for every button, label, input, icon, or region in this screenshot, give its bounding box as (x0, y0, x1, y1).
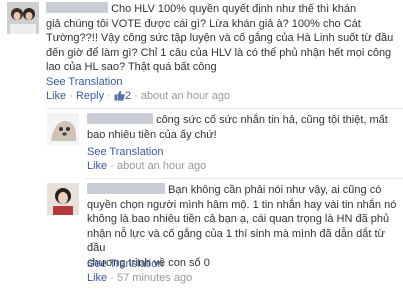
avatar[interactable] (47, 183, 79, 215)
comment-line: đến giờ để làm gì? Chỉ 1 câu của HLV là … (46, 46, 392, 59)
comment-line: Bạn không cần phải nói như vậy, ai cũng … (168, 184, 382, 196)
reply-link[interactable]: Reply (76, 90, 104, 102)
separator: · (134, 90, 138, 102)
like-link[interactable]: Like (87, 160, 107, 172)
comment-actions: See Translation Like · Reply · 2 · about… (46, 75, 230, 103)
comment-line: bao nhiêu tiền của ấy chứ! (87, 128, 217, 141)
commenter-name[interactable] (87, 113, 153, 124)
commenter-name[interactable] (46, 2, 108, 13)
avatar[interactable] (47, 113, 79, 145)
comment-actions: See Translation Like · about an hour ago (87, 145, 206, 173)
separator: · (107, 90, 111, 102)
see-translation-link[interactable]: See Translation (87, 258, 163, 270)
separator: · (110, 272, 114, 284)
comment-timestamp[interactable]: about an hour ago (141, 90, 230, 102)
comment-line: giả chúng tôi VOTE được cái gì? Lừa khán… (46, 17, 361, 30)
like-link[interactable]: Like (87, 272, 107, 284)
see-translation-link[interactable]: See Translation (87, 146, 163, 158)
thumbs-up-icon (114, 90, 125, 101)
comment-actions: See Translation Like · 57 minutes ago (87, 257, 192, 285)
separator: · (110, 160, 114, 172)
comment-line: công sức cố sức nhắn tin hả, cũng tội th… (156, 114, 388, 126)
avatar[interactable] (7, 2, 39, 34)
comment-line: Cho HLV 100% quyền quyết định như thế th… (111, 3, 357, 15)
comment-line: Tường??!! Vậy công sức tập luyện và cố g… (46, 32, 394, 45)
comment-line: nhận nỗ lực và cố gắng của 1 thí sinh mà… (87, 227, 385, 255)
comment-body: Cho HLV 100% quyền quyết định như thế th… (46, 2, 402, 75)
comment-line: quyền chọn người mình hâm mộ. 1 tin nhắn… (87, 198, 397, 211)
comment-body: công sức cố sức nhắn tin hả, cũng tội th… (87, 113, 402, 142)
see-translation-link[interactable]: See Translation (46, 76, 122, 88)
divider (87, 178, 403, 179)
divider (46, 108, 403, 109)
comment-timestamp[interactable]: 57 minutes ago (117, 272, 192, 284)
comment-line: không là bao nhiêu tiền cả bạn ạ, cái qu… (87, 213, 390, 226)
like-count-number: 2 (124, 90, 132, 102)
separator: · (69, 90, 73, 102)
like-link[interactable]: Like (46, 90, 66, 102)
comment-line: lao của HL sao? Thật quá bất công (46, 61, 217, 74)
comment-timestamp[interactable]: about an hour ago (117, 160, 206, 172)
commenter-name[interactable] (87, 183, 165, 194)
like-count[interactable]: 2 (114, 90, 134, 102)
